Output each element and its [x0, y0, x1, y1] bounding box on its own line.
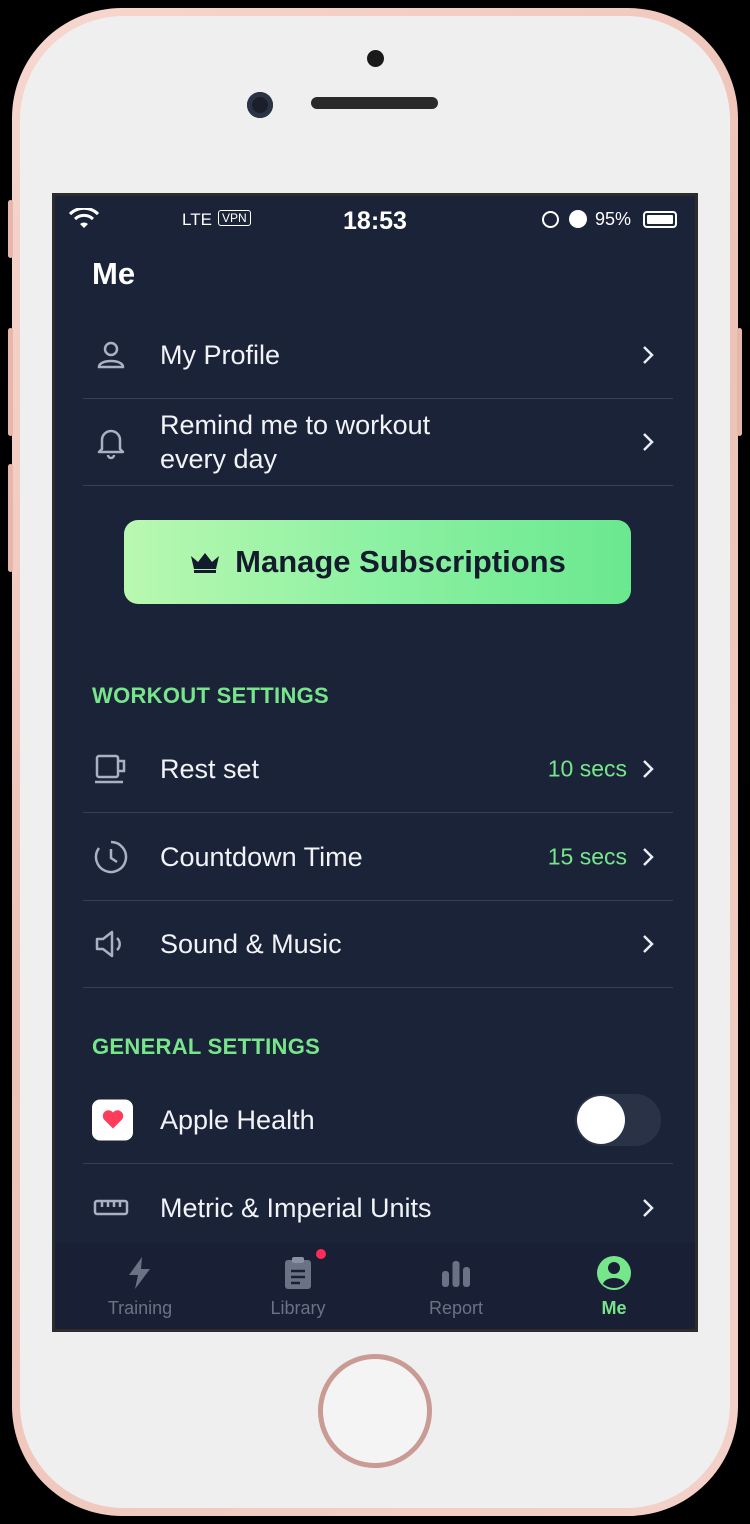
apple-health-label: Apple Health [160, 1104, 315, 1135]
crown-icon [191, 553, 220, 573]
rest-set-row[interactable]: Rest set 10 secs [83, 726, 673, 813]
countdown-time-label: Countdown Time [160, 841, 363, 872]
volume-down-button [8, 464, 13, 572]
my-profile-row[interactable]: My Profile [83, 311, 673, 399]
mute-switch [8, 200, 13, 258]
sound-music-label: Sound & Music [160, 929, 342, 959]
countdown-time-row[interactable]: Countdown Time 15 secs [83, 813, 673, 901]
ruler-icon [93, 1199, 129, 1216]
chevron-right-icon [643, 760, 654, 778]
home-button[interactable] [318, 1354, 432, 1468]
alarm-icon [569, 210, 587, 228]
tab-library-label: Library [270, 1298, 326, 1318]
app-screen: LTE VPN 18:53 95% Me My Profile Remind m… [52, 193, 698, 1332]
chevron-right-icon [643, 847, 654, 866]
chevron-right-icon [643, 345, 654, 364]
apple-health-toggle[interactable] [575, 1093, 661, 1146]
speaker-icon [95, 930, 121, 958]
tab-training-label: Training [107, 1298, 173, 1318]
proximity-sensor [367, 50, 384, 67]
units-row[interactable]: Metric & Imperial Units [83, 1164, 673, 1252]
general-settings-heading: GENERAL SETTINGS [92, 1034, 321, 1059]
battery-icon [643, 211, 677, 228]
front-camera [247, 92, 273, 118]
tab-me[interactable]: Me [534, 1243, 694, 1329]
rest-set-value: 10 secs [547, 755, 627, 782]
library-notification-dot [316, 1249, 326, 1259]
tab-bar: Training Library Report Me [55, 1243, 695, 1329]
tab-me-label: Me [601, 1298, 627, 1318]
tab-report[interactable]: Report [376, 1243, 536, 1329]
clipboard-icon [285, 1257, 311, 1289]
chevron-right-icon [643, 433, 654, 451]
chevron-right-icon [643, 935, 654, 953]
my-profile-label: My Profile [160, 339, 281, 370]
chevron-right-icon [643, 1199, 654, 1217]
tab-training[interactable]: Training [60, 1243, 220, 1329]
page-title: Me [92, 256, 136, 291]
cup-icon [95, 754, 126, 784]
reminder-row[interactable]: Remind me to workout every day [83, 399, 673, 486]
battery-percent: 95% [595, 209, 632, 229]
apple-health-row: Apple Health [83, 1076, 673, 1164]
manage-subscriptions-button[interactable]: Manage Subscriptions [124, 520, 631, 604]
bar-chart-icon [442, 1261, 470, 1287]
status-bar: LTE VPN 18:53 95% [55, 196, 695, 246]
countdown-time-value: 15 secs [547, 843, 627, 869]
units-label: Metric & Imperial Units [160, 1193, 432, 1223]
rest-set-label: Rest set [160, 754, 260, 784]
volume-up-button [8, 328, 13, 436]
manage-subscriptions-label: Manage Subscriptions [235, 544, 566, 579]
reminder-label: Remind me to workout every day [160, 410, 431, 474]
tab-library[interactable]: Library [218, 1243, 378, 1329]
workout-settings-heading: WORKOUT SETTINGS [92, 683, 330, 708]
bell-icon [97, 429, 125, 460]
sound-music-row[interactable]: Sound & Music [83, 901, 673, 988]
rotation-lock-icon [542, 211, 559, 228]
health-heart-icon [92, 1099, 133, 1140]
timer-icon [94, 840, 128, 873]
earpiece-speaker [311, 97, 438, 109]
bolt-icon [129, 1257, 150, 1289]
power-button [737, 328, 742, 436]
user-circle-icon [597, 1256, 631, 1290]
tab-report-label: Report [428, 1298, 484, 1318]
toggle-knob [577, 1095, 625, 1144]
person-icon [97, 341, 125, 368]
